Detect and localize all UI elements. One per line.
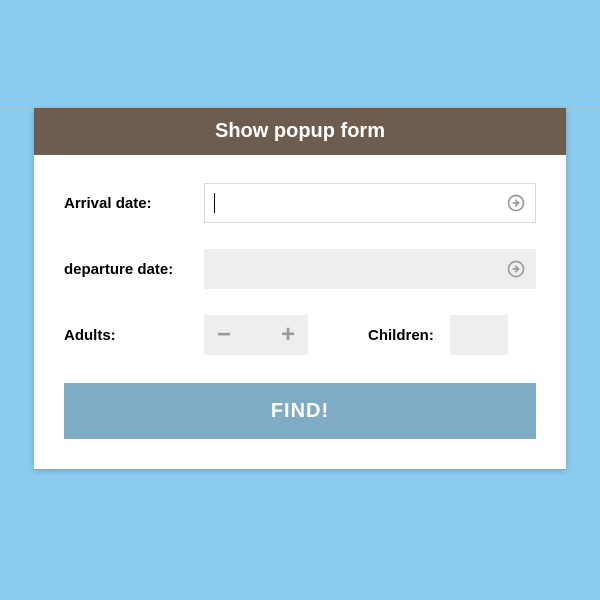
popup-title: Show popup form (215, 120, 385, 142)
arrow-right-circle-icon[interactable] (506, 193, 526, 213)
children-label: Children: (368, 327, 434, 344)
departure-date-input[interactable] (204, 249, 536, 289)
plus-icon: + (281, 321, 295, 349)
arrival-input-wrap (204, 183, 536, 223)
arrival-label: Arrival date: (64, 195, 204, 212)
popup-body: Arrival date: departure date: (34, 155, 566, 469)
departure-input-wrap (204, 249, 536, 289)
adults-label: Adults: (64, 327, 204, 344)
arrival-row: Arrival date: (64, 183, 536, 223)
minus-icon: − (217, 321, 231, 349)
popup-form: Show popup form Arrival date: departure … (34, 108, 566, 469)
text-cursor (214, 193, 215, 213)
arrival-date-input[interactable] (204, 183, 536, 223)
find-button-label: FIND! (271, 400, 329, 422)
arrow-right-circle-icon[interactable] (506, 259, 526, 279)
departure-row: departure date: (64, 249, 536, 289)
adults-decrement-button[interactable]: − (204, 315, 244, 355)
popup-header: Show popup form (34, 108, 566, 155)
find-button[interactable]: FIND! (64, 383, 536, 439)
children-input[interactable] (450, 315, 508, 355)
adults-stepper: − + (204, 315, 308, 355)
adults-input[interactable] (244, 315, 268, 355)
adults-increment-button[interactable]: + (268, 315, 308, 355)
departure-label: departure date: (64, 261, 204, 278)
counts-row: Adults: − + Children: (64, 315, 536, 355)
